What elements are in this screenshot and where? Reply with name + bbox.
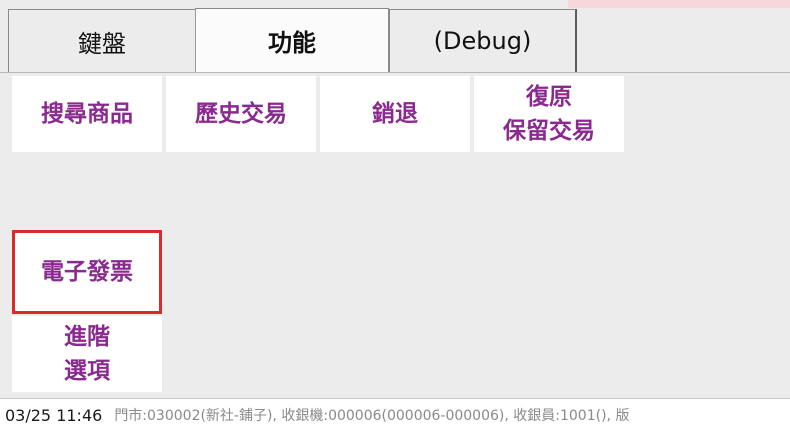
e-invoice-label: 電子發票 (41, 259, 133, 285)
tab-keyboard[interactable]: 鍵盤 (8, 9, 195, 72)
status-store-info: 門市:030002(新社-鋪子), 收銀機:000006(000006-0000… (114, 408, 630, 424)
restore-label-line2: 保留交易 (503, 118, 595, 144)
tab-function[interactable]: 功能 (195, 8, 389, 72)
e-invoice-button[interactable]: 電子發票 (12, 230, 162, 314)
search-product-button[interactable]: 搜尋商品 (12, 76, 162, 152)
transaction-history-label: 歷史交易 (195, 101, 287, 127)
search-product-label: 搜尋商品 (41, 101, 133, 127)
advanced-label-line2: 選項 (64, 358, 110, 384)
tab-debug[interactable]: (Debug) (389, 9, 577, 72)
status-datetime: 03/25 11:46 (5, 405, 103, 425)
tab-divider (0, 72, 790, 73)
advanced-label-line1: 進階 (64, 324, 110, 350)
void-return-label: 銷退 (372, 101, 418, 127)
restore-held-transaction-button[interactable]: 復原 保留交易 (474, 76, 624, 152)
void-return-button[interactable]: 銷退 (320, 76, 470, 152)
status-bar: 03/25 11:46 門市:030002(新社-鋪子), 收銀機:000006… (0, 398, 790, 431)
restore-label-line1: 復原 (526, 84, 572, 110)
advanced-options-button[interactable]: 進階 選項 (12, 316, 162, 392)
transaction-history-button[interactable]: 歷史交易 (166, 76, 316, 152)
tab-bar: 鍵盤 功能 (Debug) (0, 0, 790, 72)
